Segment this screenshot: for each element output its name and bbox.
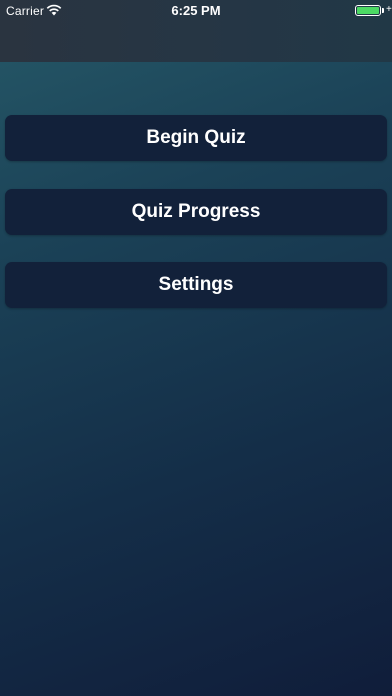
begin-quiz-button[interactable]: Begin Quiz (5, 115, 387, 161)
battery-tip (382, 8, 384, 13)
battery-icon (355, 5, 381, 16)
begin-quiz-label: Begin Quiz (146, 127, 246, 148)
status-time: 6:25 PM (171, 3, 221, 18)
charging-bolt-icon: + (386, 4, 392, 15)
quiz-progress-label: Quiz Progress (131, 201, 261, 222)
battery-level-fill (357, 7, 379, 14)
settings-label: Settings (158, 274, 234, 295)
settings-button[interactable]: Settings (5, 262, 387, 308)
status-bar: Carrier 6:25 PM + (0, 0, 392, 20)
quiz-progress-button[interactable]: Quiz Progress (5, 189, 387, 235)
app-screen: Carrier 6:25 PM + Begin Quiz Quiz Progre… (0, 0, 392, 696)
